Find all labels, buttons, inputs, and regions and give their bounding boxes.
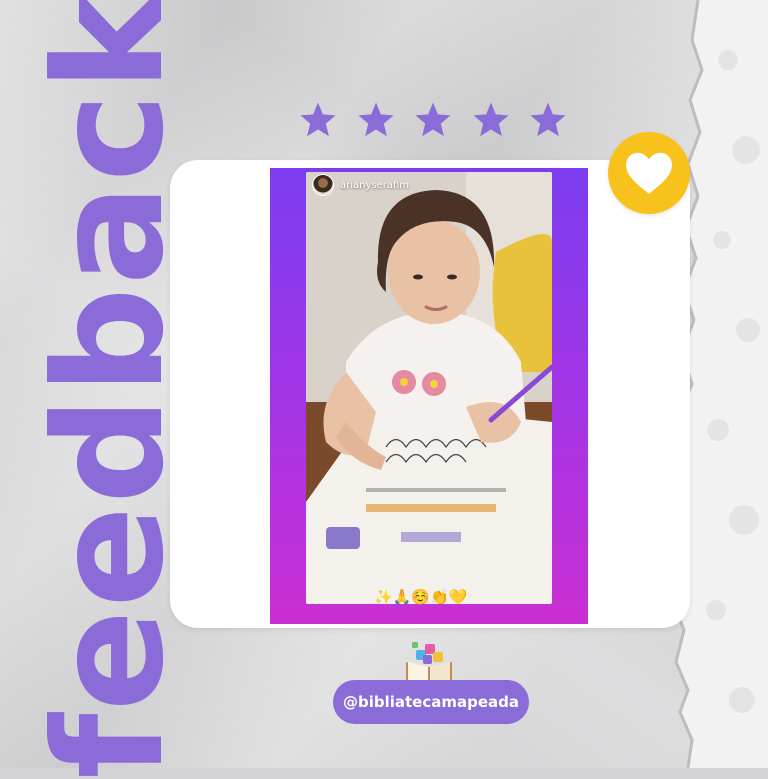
story-header: arianyserafim <box>312 174 409 196</box>
heart-badge <box>608 132 690 214</box>
star-icon <box>358 102 393 137</box>
heart-icon <box>626 152 672 194</box>
star-icon <box>473 102 508 137</box>
handle-text: @bibliatecamapeada <box>342 693 520 711</box>
avatar <box>312 174 334 196</box>
star-rating <box>298 100 568 140</box>
star-icon <box>530 102 566 137</box>
story-screenshot: arianyserafim ✨🙏☺️👏💛 <box>270 168 588 624</box>
star-icon <box>415 102 451 137</box>
child-drawing-photo <box>306 172 552 604</box>
instagram-handle-pill[interactable]: @bibliatecamapeada <box>333 680 529 724</box>
story-emoji-caption: ✨🙏☺️👏💛 <box>374 588 468 606</box>
star-icon <box>300 102 336 137</box>
feedback-headline: feedback <box>23 0 197 779</box>
story-username: arianyserafim <box>340 179 410 191</box>
story-photo <box>306 172 552 604</box>
